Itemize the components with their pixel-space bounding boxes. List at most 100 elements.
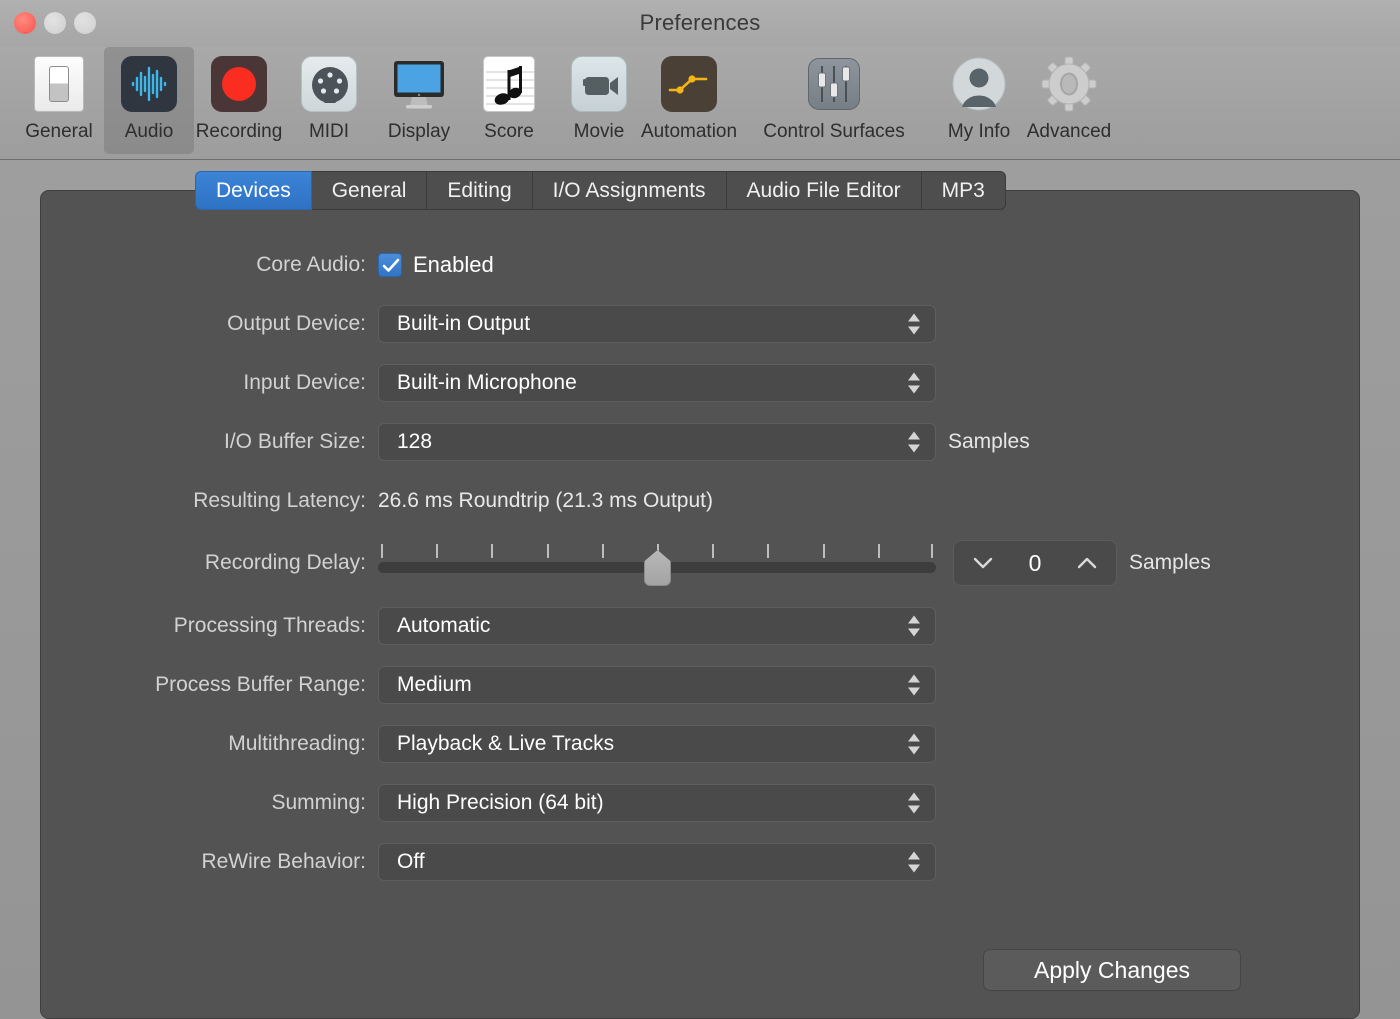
apply-changes-button[interactable]: Apply Changes (983, 949, 1241, 991)
toolbar-label-audio: Audio (124, 121, 174, 142)
toolbar-label-general: General (25, 121, 93, 142)
resulting-latency-value: 26.6 ms Roundtrip (21.3 ms Output) (378, 488, 713, 512)
devices-panel: Core Audio: Enabled Output Device: Built… (40, 190, 1360, 1019)
core-audio-checkbox-group[interactable]: Enabled (378, 252, 494, 278)
process-buffer-range-value: Medium (397, 672, 472, 696)
output-device-value: Built-in Output (397, 311, 531, 335)
row-processing-threads: Processing Threads: Automatic (41, 596, 1359, 655)
stepper-increment-icon[interactable] (1076, 556, 1098, 570)
output-device-select[interactable]: Built-in Output (378, 304, 936, 343)
summing-select[interactable]: High Precision (64 bit) (378, 783, 936, 822)
core-audio-checkbox[interactable] (378, 252, 402, 277)
toolbar-label-control-surfaces: Control Surfaces (763, 121, 905, 142)
chevron-updown-icon (907, 674, 921, 695)
label-input-device: Input Device: (243, 370, 366, 394)
recording-delay-slider[interactable] (378, 540, 936, 586)
music-note-icon (478, 53, 540, 115)
chevron-updown-icon (907, 313, 921, 334)
recording-delay-value: 0 (1028, 549, 1042, 576)
row-io-buffer-size: I/O Buffer Size: 128 Samples (41, 412, 1359, 471)
multithreading-value: Playback & Live Tracks (397, 731, 615, 755)
toolbar-label-midi: MIDI (308, 121, 350, 142)
toolbar-label-automation: Automation (640, 121, 738, 142)
row-summing: Summing: High Precision (64 bit) (41, 773, 1359, 832)
tab-bar: Devices General Editing I/O Assignments … (195, 171, 1006, 210)
tab-audio-file-editor[interactable]: Audio File Editor (726, 171, 922, 210)
core-audio-checkbox-label: Enabled (413, 251, 494, 277)
title-bar: Preferences (0, 0, 1400, 47)
processing-threads-select[interactable]: Automatic (378, 606, 936, 645)
gear-icon (1038, 53, 1100, 115)
label-processing-threads: Processing Threads: (173, 613, 366, 637)
label-process-buffer-range: Process Buffer Range: (155, 672, 366, 696)
recording-delay-stepper[interactable]: 0 (953, 540, 1117, 586)
tab-io-assignments[interactable]: I/O Assignments (532, 171, 727, 210)
rewire-behavior-select[interactable]: Off (378, 842, 936, 881)
tab-general[interactable]: General (311, 171, 428, 210)
row-rewire-behavior: ReWire Behavior: Off (41, 832, 1359, 891)
io-buffer-size-select[interactable]: 128 (378, 422, 936, 461)
toolbar-item-automation[interactable]: Automation (640, 47, 738, 143)
toolbar-label-advanced: Advanced (1026, 121, 1112, 142)
toolbar-item-midi[interactable]: MIDI (284, 47, 374, 143)
tab-editing[interactable]: Editing (427, 171, 533, 210)
row-process-buffer-range: Process Buffer Range: Medium (41, 655, 1359, 714)
toolbar-item-my-info[interactable]: My Info (934, 47, 1024, 143)
preferences-window: Preferences General Audio Recording MIDI… (0, 0, 1400, 1019)
rewire-behavior-value: Off (397, 849, 425, 873)
label-core-audio: Core Audio: (256, 252, 366, 276)
toolbar-item-advanced[interactable]: Advanced (1024, 47, 1114, 143)
chevron-updown-icon (907, 431, 921, 452)
tab-devices[interactable]: Devices (195, 171, 312, 210)
chevron-updown-icon (907, 372, 921, 393)
label-summing: Summing: (271, 790, 366, 814)
processing-threads-value: Automatic (397, 613, 491, 637)
label-resulting-latency: Resulting Latency: (193, 488, 366, 512)
label-io-buffer-size: I/O Buffer Size: (223, 429, 366, 453)
toolbar-label-score: Score (484, 121, 534, 142)
recording-delay-unit: Samples (1129, 551, 1211, 574)
label-recording-delay: Recording Delay: (204, 551, 366, 574)
tab-mp3[interactable]: MP3 (921, 171, 1006, 210)
preferences-toolbar: General Audio Recording MIDI Display Sco… (0, 47, 1400, 160)
line-graph-icon (658, 53, 720, 115)
io-buffer-size-value: 128 (397, 429, 433, 453)
faders-icon (803, 53, 865, 115)
window-title: Preferences (639, 10, 761, 35)
toolbar-item-recording[interactable]: Recording (194, 47, 284, 143)
row-output-device: Output Device: Built-in Output (41, 294, 1359, 353)
row-resulting-latency: Resulting Latency: 26.6 ms Roundtrip (21… (41, 471, 1359, 530)
stepper-decrement-icon[interactable] (972, 556, 994, 570)
toolbar-item-general[interactable]: General (14, 47, 104, 143)
toolbar-label-recording: Recording (195, 121, 283, 142)
toolbar-item-control-surfaces[interactable]: Control Surfaces (734, 47, 934, 143)
toolbar-item-audio[interactable]: Audio (104, 47, 194, 154)
monitor-icon (388, 53, 450, 115)
preferences-content: Devices General Editing I/O Assignments … (0, 160, 1400, 1019)
label-multithreading: Multithreading: (228, 731, 366, 755)
label-output-device: Output Device: (227, 311, 366, 335)
user-avatar-icon (948, 53, 1010, 115)
process-buffer-range-select[interactable]: Medium (378, 665, 936, 704)
multithreading-select[interactable]: Playback & Live Tracks (378, 724, 936, 763)
toolbar-item-display[interactable]: Display (374, 47, 464, 143)
devices-form: Core Audio: Enabled Output Device: Built… (41, 235, 1359, 891)
switch-icon (28, 53, 90, 115)
toolbar-label-my-info: My Info (947, 121, 1011, 142)
toolbar-label-movie: Movie (573, 121, 625, 142)
waveform-icon (118, 53, 180, 115)
record-dot-icon (208, 53, 270, 115)
chevron-updown-icon (907, 851, 921, 872)
toolbar-item-movie[interactable]: Movie (554, 47, 644, 143)
input-device-value: Built-in Microphone (397, 370, 577, 394)
io-buffer-size-unit: Samples (948, 429, 1030, 453)
summing-value: High Precision (64 bit) (397, 790, 604, 814)
input-device-select[interactable]: Built-in Microphone (378, 363, 936, 402)
label-rewire-behavior: ReWire Behavior: (201, 849, 366, 873)
toolbar-label-display: Display (387, 121, 451, 142)
midi-port-icon (298, 53, 360, 115)
video-camera-icon (568, 53, 630, 115)
apply-changes-row: Apply Changes (983, 949, 1241, 991)
toolbar-item-score[interactable]: Score (464, 47, 554, 143)
row-input-device: Input Device: Built-in Microphone (41, 353, 1359, 412)
